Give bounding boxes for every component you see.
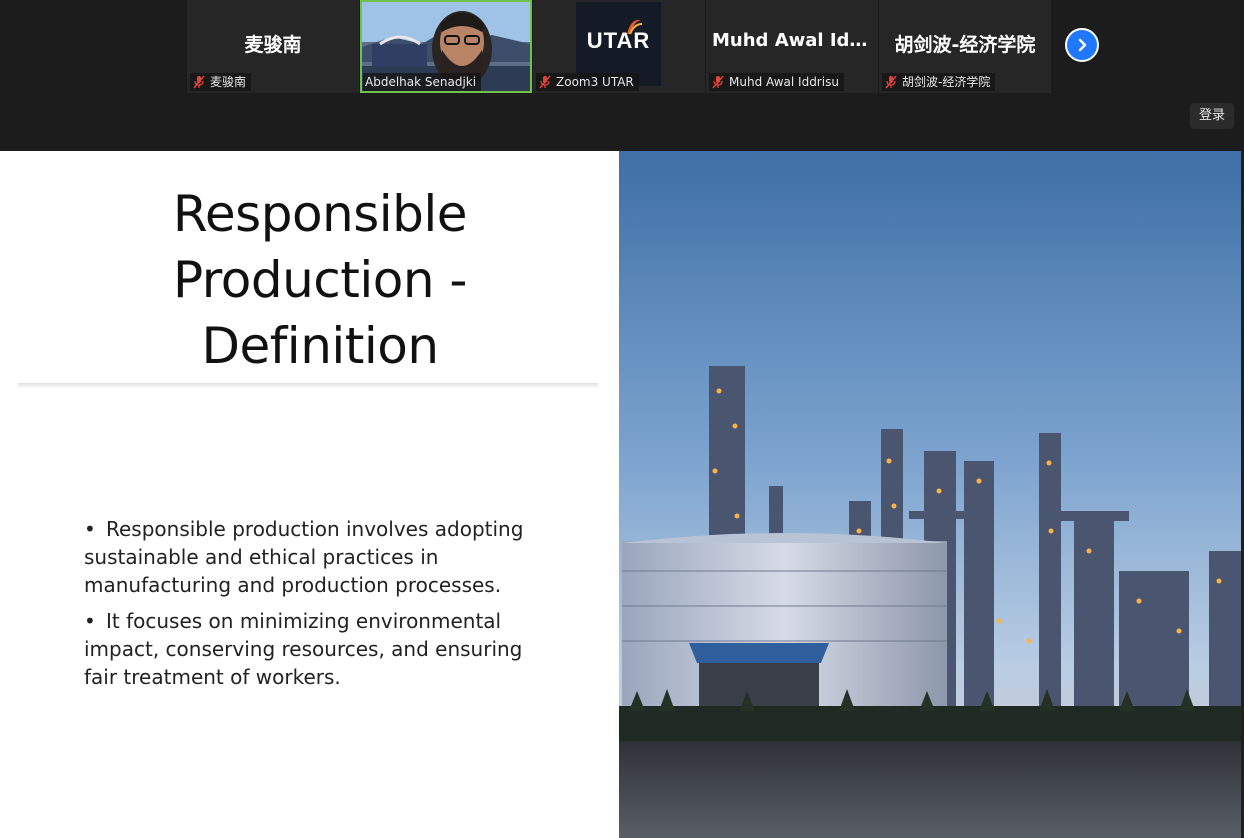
mic-muted-icon xyxy=(539,75,551,89)
refinery-illustration xyxy=(619,151,1241,838)
next-participants-button[interactable] xyxy=(1065,28,1099,62)
participant-tile-5[interactable]: 胡剑波-经济学院 胡剑波-经济学院 xyxy=(879,0,1051,93)
bullet-symbol: • xyxy=(84,609,96,633)
participant-name-label: 麦骏南 xyxy=(190,73,252,91)
participant-name-label: Zoom3 UTAR xyxy=(536,73,639,91)
participant-label-text: 麦骏南 xyxy=(210,75,247,89)
slide-title-line: Responsible xyxy=(172,185,468,243)
bullet-text: It focuses on minimizing environmental i… xyxy=(84,609,523,689)
participant-tile-3[interactable]: UTAR Zoom3 UTAR xyxy=(533,0,705,93)
mic-muted-icon xyxy=(885,75,897,89)
slide-text-panel: Responsible Production - Definition • Res… xyxy=(0,151,619,838)
participant-name-label: Muhd Awal Iddrisu xyxy=(709,73,844,91)
participant-name-label: 胡剑波-经济学院 xyxy=(882,73,996,91)
bullet-text: Responsible production involves adopting… xyxy=(84,517,524,597)
participant-tile-4[interactable]: Muhd Awal Idd... Muhd Awal Iddrisu xyxy=(706,0,878,93)
slide-title-line: Definition xyxy=(201,317,439,375)
logo-swoosh-icon xyxy=(627,19,643,35)
login-button[interactable]: 登录 xyxy=(1190,103,1234,129)
utar-logo-text: UTAR xyxy=(586,28,651,53)
slide-title: Responsible Production - Definition xyxy=(20,181,620,379)
participant-label-text: Muhd Awal Iddrisu xyxy=(729,75,839,89)
participant-label-text: Abdelhak Senadjki xyxy=(365,75,477,89)
participant-display-name: Muhd Awal Idd... xyxy=(712,30,878,51)
mic-muted-icon xyxy=(712,75,724,89)
chevron-right-icon xyxy=(1078,38,1087,52)
slide-title-line: Production - xyxy=(173,251,467,309)
title-divider xyxy=(18,383,598,389)
participant-tile-2-video[interactable]: Abdelhak Senadjki xyxy=(360,0,532,93)
slide-bullet: • Responsible production involves adoptin… xyxy=(84,515,554,599)
refinery-image xyxy=(619,151,1241,838)
participant-label-text: Zoom3 UTAR xyxy=(556,75,634,89)
bullet-symbol: • xyxy=(84,517,96,541)
mic-muted-icon xyxy=(193,75,205,89)
participant-label-text: 胡剑波-经济学院 xyxy=(902,75,991,89)
participant-strip: 麦骏南 麦骏南 Abdelhak Senadjki UTAR Zoom3 UTA… xyxy=(0,0,1244,151)
slide-bullet-list: • Responsible production involves adoptin… xyxy=(84,515,554,699)
participant-tile-1[interactable]: 麦骏南 麦骏南 xyxy=(187,0,359,93)
participant-display-name: 麦骏南 xyxy=(244,34,302,56)
shared-slide: Responsible Production - Definition • Res… xyxy=(0,151,1241,838)
slide-bullet: • It focuses on minimizing environmental … xyxy=(84,607,554,691)
participant-name-label: Abdelhak Senadjki xyxy=(363,73,482,91)
participant-display-name: 胡剑波-经济学院 xyxy=(894,34,1036,56)
